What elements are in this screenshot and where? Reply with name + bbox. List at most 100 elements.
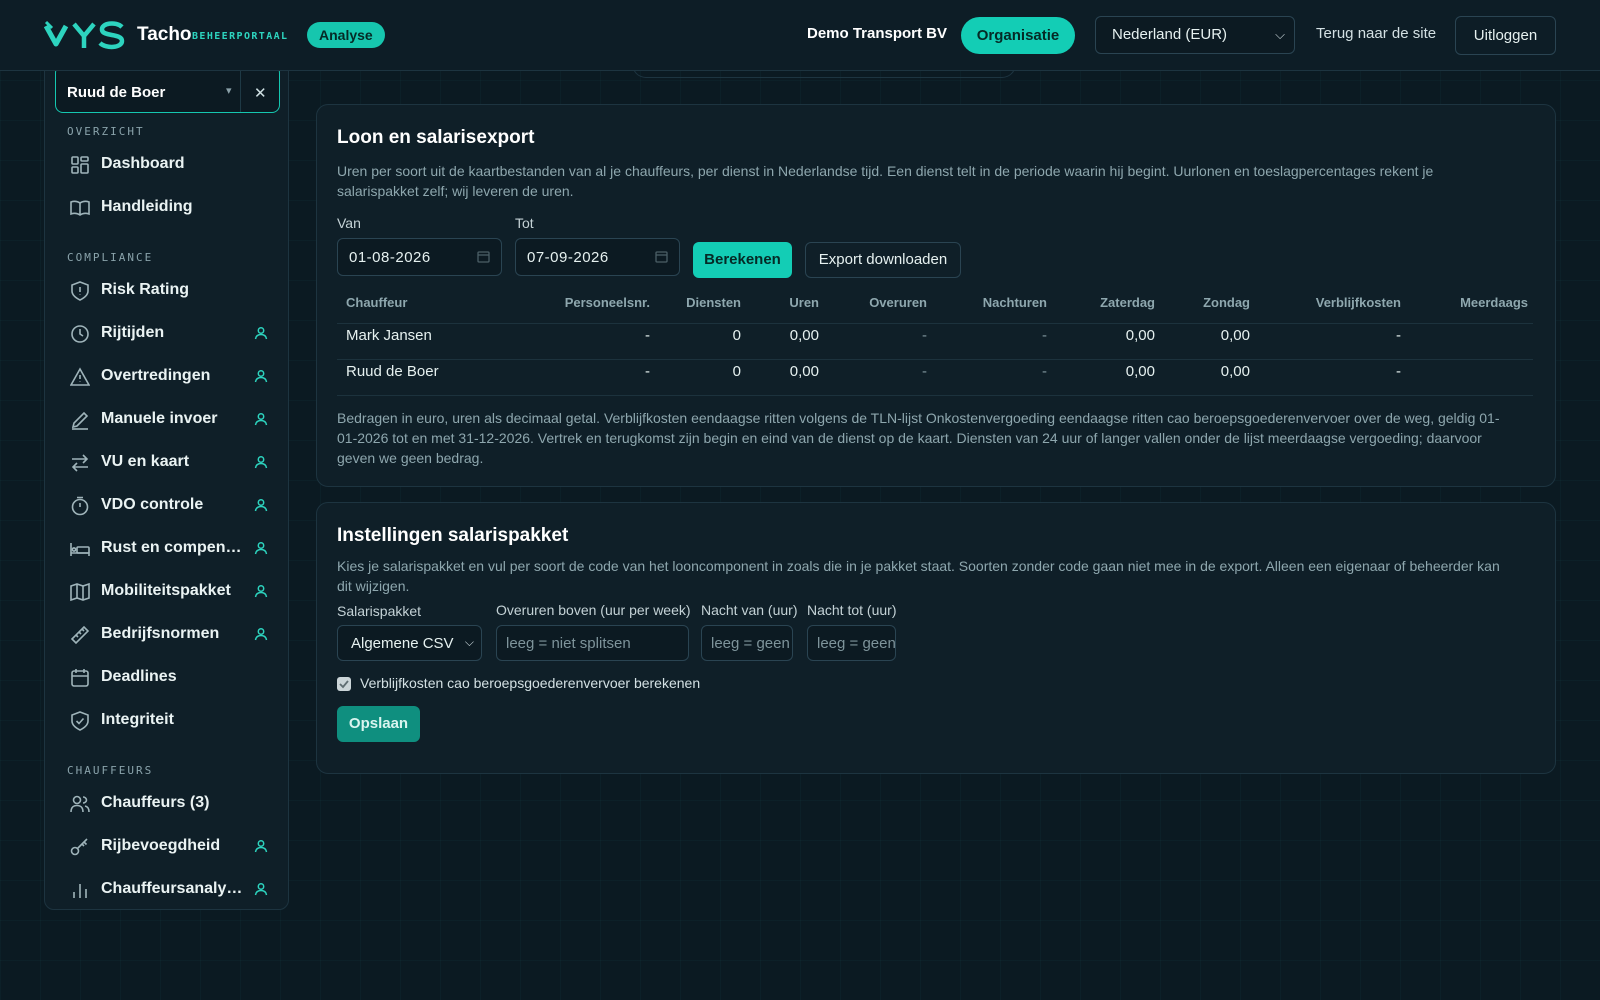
driver-select[interactable]: Ruud de Boer ▾ ✕ bbox=[55, 65, 280, 113]
sidebar-item-label: Chauffeurs (3) bbox=[101, 794, 210, 811]
book-icon bbox=[70, 200, 90, 216]
table-cell: - bbox=[1042, 327, 1047, 344]
night-from-input[interactable]: leeg = geen bbox=[701, 625, 793, 661]
user-icon bbox=[254, 840, 268, 853]
table-cell: - bbox=[1396, 363, 1401, 380]
from-label: Van bbox=[337, 215, 361, 231]
logout-button[interactable]: Uitloggen bbox=[1455, 16, 1556, 55]
calendar-icon[interactable] bbox=[655, 250, 668, 263]
calculate-button[interactable]: Berekenen bbox=[693, 242, 792, 278]
sidebar-item-manuele-invoer[interactable]: Manuele invoer bbox=[45, 399, 288, 439]
country-select[interactable]: Nederland (EUR) ⌵ bbox=[1095, 16, 1295, 54]
export-download-button[interactable]: Export downloaden bbox=[805, 242, 961, 278]
brand-subtitle: BEHEERPORTAAL bbox=[192, 31, 289, 42]
column-header: Uren bbox=[789, 295, 819, 310]
warning-icon bbox=[70, 367, 90, 386]
column-header: Overuren bbox=[869, 295, 927, 310]
sidebar-item-label: Risk Rating bbox=[101, 281, 190, 298]
table-cell: 0,00 bbox=[1125, 327, 1155, 344]
dashboard-icon bbox=[71, 156, 89, 174]
sidebar-item-label: Handleiding bbox=[101, 198, 193, 215]
user-icon bbox=[254, 585, 268, 598]
sidebar-item-bedrijfsnormen[interactable]: Bedrijfsnormen bbox=[45, 614, 288, 654]
night-to-input[interactable]: leeg = geen bbox=[807, 625, 896, 661]
sidebar-item-label: Manuele invoer bbox=[101, 410, 218, 427]
table-cell: 0 bbox=[732, 363, 741, 380]
divider bbox=[240, 66, 241, 112]
user-icon bbox=[254, 370, 268, 383]
divider bbox=[337, 323, 1533, 324]
table-cell: 0,00 bbox=[1220, 327, 1250, 344]
user-icon bbox=[254, 327, 268, 340]
sidebar-item-overtredingen[interactable]: Overtredingen bbox=[45, 356, 288, 396]
sidebar-item-label: Rust en compen… bbox=[101, 539, 242, 556]
table-cell-driver: Ruud de Boer bbox=[346, 363, 439, 380]
sidebar-item-integriteit[interactable]: Integriteit bbox=[45, 700, 288, 740]
shield-icon bbox=[71, 281, 89, 301]
user-icon bbox=[254, 456, 268, 469]
chevron-down-icon: ⌵ bbox=[464, 635, 474, 649]
table-cell: - bbox=[1396, 327, 1401, 344]
sidebar-item-rijtijden[interactable]: Rijtijden bbox=[45, 313, 288, 353]
user-icon bbox=[254, 883, 268, 896]
from-date-value: 01-08-2026 bbox=[349, 249, 431, 266]
sidebar-item-dashboard[interactable]: Dashboard bbox=[45, 144, 288, 184]
sidebar-item-label: Deadlines bbox=[101, 668, 177, 685]
column-header: Zondag bbox=[1203, 295, 1250, 310]
driver-select-value: Ruud de Boer bbox=[67, 84, 166, 101]
organization-button[interactable]: Organisatie bbox=[961, 17, 1075, 54]
package-label: Salarispakket bbox=[337, 603, 422, 619]
sidebar-item-handleiding[interactable]: Handleiding bbox=[45, 187, 288, 227]
from-date-input[interactable]: 01-08-2026 bbox=[337, 238, 502, 276]
calendar-icon[interactable] bbox=[477, 250, 490, 263]
table-cell: - bbox=[922, 327, 927, 344]
panel-title: Instellingen salarispakket bbox=[337, 525, 569, 546]
sidebar-item-label: Mobiliteitspakket bbox=[101, 582, 231, 599]
section-compliance: COMPLIANCE bbox=[67, 251, 154, 264]
table-cell: 0,00 bbox=[1125, 363, 1155, 380]
ruler-icon bbox=[70, 625, 90, 645]
sidebar-item-rust-en-compensatie[interactable]: Rust en compen… bbox=[45, 528, 288, 568]
divider bbox=[337, 359, 1533, 360]
column-header: Chauffeur bbox=[346, 295, 408, 310]
column-header: Diensten bbox=[686, 295, 741, 310]
analyse-badge[interactable]: Analyse bbox=[307, 22, 385, 48]
column-header: Zaterdag bbox=[1100, 295, 1155, 310]
save-button[interactable]: Opslaan bbox=[337, 706, 420, 742]
sidebar-item-label: Dashboard bbox=[101, 155, 185, 172]
top-bar: Tacho BEHEERPORTAAL Analyse Demo Transpo… bbox=[0, 0, 1600, 71]
salary-package-value: Algemene CSV bbox=[351, 635, 454, 652]
sidebar-item-rijbevoegdheid[interactable]: Rijbevoegdheid bbox=[45, 826, 288, 866]
sidebar-item-vdo-controle[interactable]: VDO controle bbox=[45, 485, 288, 525]
sidebar-item-label: Chauffeursanaly… bbox=[101, 880, 243, 897]
sidebar-item-label: VDO controle bbox=[101, 496, 204, 513]
sidebar-item-label: Overtredingen bbox=[101, 367, 211, 384]
footnote: Bedragen in euro, uren als decimaal geta… bbox=[337, 410, 1500, 466]
map-icon bbox=[70, 582, 90, 602]
sidebar-item-vu-en-kaart[interactable]: VU en kaart bbox=[45, 442, 288, 482]
night-to-label: Nacht tot (uur) bbox=[807, 602, 897, 618]
table-cell: 0,00 bbox=[1220, 363, 1250, 380]
clock-icon bbox=[71, 325, 89, 343]
back-to-site-link[interactable]: Terug naar de site bbox=[1316, 25, 1436, 42]
bed-icon bbox=[70, 543, 90, 556]
close-icon[interactable]: ✕ bbox=[254, 84, 267, 102]
to-label: Tot bbox=[515, 215, 534, 231]
sidebar-item-chauffeursanalyse[interactable]: Chauffeursanaly… bbox=[45, 869, 288, 909]
table-cell: - bbox=[922, 363, 927, 380]
sidebar: Ruud de Boer ▾ ✕ OVERZICHT Dashboard Han… bbox=[44, 40, 289, 910]
night-to-placeholder: leeg = geen bbox=[817, 635, 896, 652]
sidebar-item-deadlines[interactable]: Deadlines bbox=[45, 657, 288, 697]
subsistence-checkbox-label[interactable]: Verblijfkosten cao beroepsgoederenvervoe… bbox=[360, 675, 700, 691]
sidebar-item-chauffeurs[interactable]: Chauffeurs (3) bbox=[45, 783, 288, 823]
subsistence-checkbox[interactable] bbox=[337, 677, 351, 691]
to-date-input[interactable]: 07-09-2026 bbox=[515, 238, 680, 276]
bar-chart-icon bbox=[73, 884, 87, 898]
sidebar-item-label: Integriteit bbox=[101, 711, 174, 728]
checkmark-icon bbox=[339, 680, 349, 689]
sidebar-item-mobiliteitspakket[interactable]: Mobiliteitspakket bbox=[45, 571, 288, 611]
sidebar-item-risk-rating[interactable]: Risk Rating bbox=[45, 270, 288, 310]
overtime-input[interactable]: leeg = niet splitsen bbox=[496, 625, 689, 661]
salary-package-select[interactable]: Algemene CSV ⌵ bbox=[337, 625, 482, 661]
table-cell: - bbox=[645, 363, 650, 380]
